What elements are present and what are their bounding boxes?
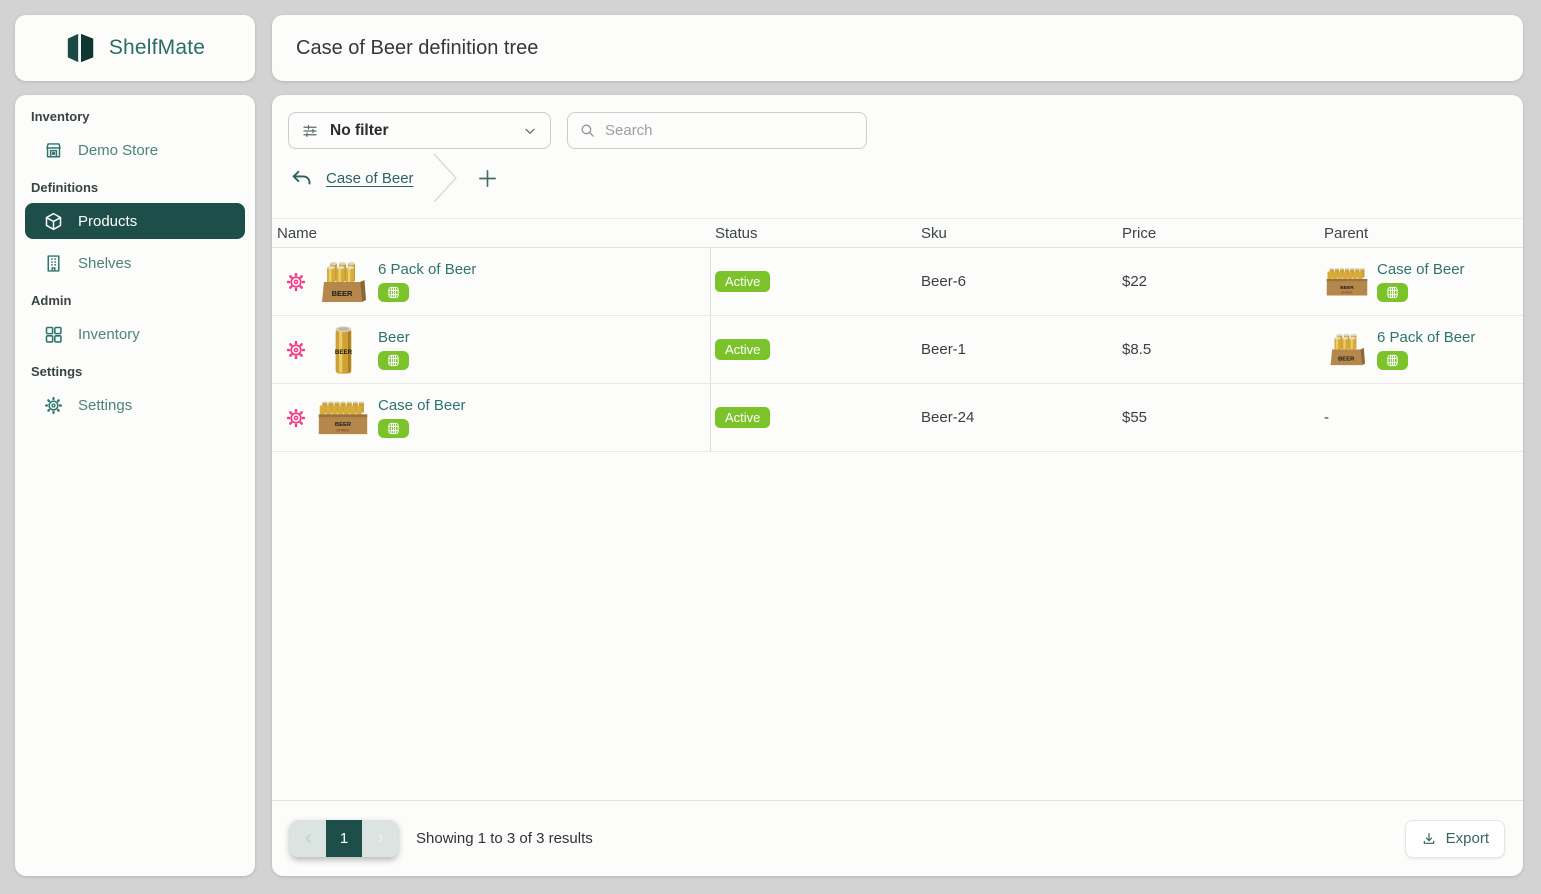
svg-text:BEER: BEER [335, 422, 352, 428]
parent-link[interactable]: 6 Pack of Beer [1377, 329, 1475, 346]
sidebar-item-demo-store[interactable]: Demo Store [25, 132, 245, 168]
case-of-beer-image: BEER 24 PACK [1324, 267, 1370, 297]
sku-cell: Beer-24 [917, 409, 1118, 426]
keg-badge [1377, 351, 1408, 370]
keg-badge [378, 419, 409, 438]
logo-card: ShelfMate [15, 15, 255, 81]
svg-text:24 PACK: 24 PACK [1342, 290, 1353, 294]
page-header: Case of Beer definition tree [272, 15, 1523, 81]
sidebar-item-products[interactable]: Products [25, 203, 245, 239]
row-settings-gear-icon[interactable] [284, 339, 308, 361]
product-link[interactable]: 6 Pack of Beer [378, 261, 476, 278]
keg-badge [378, 351, 409, 370]
sidebar-section-definitions: Definitions [31, 180, 239, 195]
filter-dropdown[interactable]: No filter [288, 112, 551, 149]
sidebar: Inventory Demo Store Definitions Product… [15, 95, 255, 876]
status-badge: Active [715, 407, 770, 428]
filter-value: No filter [330, 122, 511, 140]
sidebar-item-label: Products [78, 213, 137, 230]
status-badge: Active [715, 271, 770, 292]
sidebar-section-inventory: Inventory [31, 109, 239, 124]
sidebar-item-label: Shelves [78, 255, 131, 272]
brand-name: ShelfMate [109, 36, 205, 60]
row-settings-gear-icon[interactable] [284, 407, 308, 429]
beer-can-image: BEER [314, 323, 372, 377]
svg-text:BEER: BEER [334, 348, 352, 355]
sidebar-item-settings[interactable]: Settings [25, 387, 245, 423]
search-box [567, 112, 867, 149]
search-input[interactable] [605, 122, 855, 139]
table-footer: 1 Showing 1 to 3 of 3 results Export [272, 800, 1523, 876]
svg-text:24 PACK: 24 PACK [336, 428, 350, 432]
svg-text:BEER: BEER [332, 289, 353, 298]
sidebar-section-settings: Settings [31, 364, 239, 379]
parent-cell: BEER 6 Pack of Beer [1320, 329, 1523, 370]
shelfmate-logo-icon [65, 31, 97, 65]
sidebar-item-label: Inventory [78, 326, 140, 343]
storefront-icon [42, 139, 64, 161]
table-header: Name Status Sku Price Parent [272, 218, 1523, 248]
pagination-page-1[interactable]: 1 [326, 820, 362, 857]
grid-icon [42, 323, 64, 345]
column-header-price: Price [1118, 225, 1320, 242]
products-table: Name Status Sku Price Parent [272, 218, 1523, 452]
filter-sliders-icon [301, 122, 319, 140]
breadcrumb: Case of Beer [289, 151, 499, 205]
sku-cell: Beer-1 [917, 341, 1118, 358]
status-badge: Active [715, 339, 770, 360]
table-row: BEER Beer Active Beer-1 $8.5 [272, 316, 1523, 384]
keg-badge [378, 283, 409, 302]
price-cell: $55 [1118, 409, 1320, 426]
parent-cell: BEER 24 PACK Case of Beer [1320, 261, 1523, 302]
column-header-name: Name [272, 225, 711, 242]
six-pack-of-beer-image: BEER [314, 260, 372, 304]
gear-icon [42, 394, 64, 416]
building-icon [42, 252, 64, 274]
sidebar-section-admin: Admin [31, 293, 239, 308]
parent-empty: - [1324, 409, 1329, 426]
row-settings-gear-icon[interactable] [284, 271, 308, 293]
download-icon [1421, 831, 1437, 847]
page-title: Case of Beer definition tree [296, 37, 538, 60]
sidebar-item-label: Demo Store [78, 142, 158, 159]
product-link[interactable]: Case of Beer [378, 397, 466, 414]
table-row: BEER 6 Pack of Beer Active Beer-6 $22 [272, 248, 1523, 316]
column-header-parent: Parent [1320, 225, 1523, 242]
pagination: 1 [290, 820, 398, 857]
breadcrumb-current-link[interactable]: Case of Beer [326, 170, 414, 187]
sku-cell: Beer-6 [917, 273, 1118, 290]
sidebar-item-inventory[interactable]: Inventory [25, 316, 245, 352]
six-pack-of-beer-image: BEER [1324, 332, 1370, 367]
package-icon [42, 210, 64, 232]
keg-badge [1377, 283, 1408, 302]
case-of-beer-image: BEER 24 PACK [314, 400, 372, 436]
price-cell: $8.5 [1118, 341, 1320, 358]
parent-link[interactable]: Case of Beer [1377, 261, 1465, 278]
sidebar-item-shelves[interactable]: Shelves [25, 245, 245, 281]
back-button[interactable] [289, 166, 314, 191]
pagination-next-button[interactable] [362, 820, 398, 857]
breadcrumb-chevron-icon [430, 152, 460, 204]
product-link[interactable]: Beer [378, 329, 410, 346]
column-header-status: Status [711, 225, 917, 242]
svg-text:BEER: BEER [1340, 284, 1354, 290]
chevron-down-icon [522, 123, 538, 139]
table-row: BEER 24 PACK Case of Beer Active Beer-24 [272, 384, 1523, 452]
price-cell: $22 [1118, 273, 1320, 290]
export-button[interactable]: Export [1405, 820, 1505, 858]
svg-text:BEER: BEER [1338, 356, 1355, 362]
main-panel: No filter Case of Beer [272, 95, 1523, 876]
sidebar-item-label: Settings [78, 397, 132, 414]
pagination-prev-button[interactable] [290, 820, 326, 857]
column-header-sku: Sku [917, 225, 1118, 242]
add-node-button[interactable] [476, 167, 499, 190]
export-label: Export [1446, 830, 1489, 847]
search-icon [579, 122, 596, 139]
results-summary: Showing 1 to 3 of 3 results [416, 830, 593, 847]
